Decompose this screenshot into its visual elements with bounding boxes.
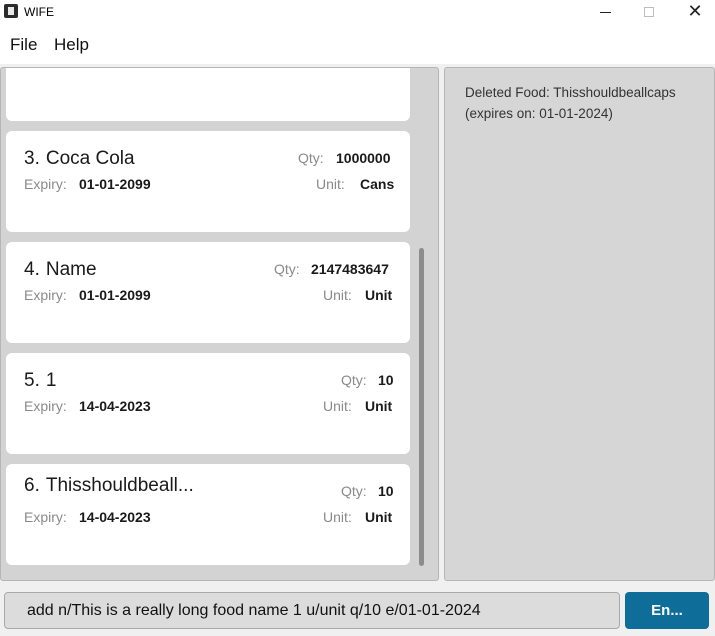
qty-value: 2147483647 (311, 261, 389, 277)
qty-value: 1000000 (336, 150, 391, 166)
qty-label: Qty: (341, 483, 367, 499)
food-card[interactable]: 3. Coca Cola Qty: 1000000 Expiry: 01-01-2… (6, 131, 410, 232)
food-index: 5. (24, 370, 40, 391)
food-name: 1 (45, 370, 57, 391)
app-icon (4, 4, 18, 18)
unit-label: Unit: (323, 509, 352, 525)
result-message: Deleted Food: Thisshouldbeallcaps (expir… (465, 85, 676, 121)
food-index: 3. (24, 148, 40, 169)
unit-value: Unit (365, 509, 393, 525)
food-index: 4. (24, 259, 40, 280)
food-card-partial[interactable] (6, 68, 410, 121)
food-name: Coca Cola (45, 148, 135, 169)
expiry-label: Expiry: (24, 287, 67, 303)
menu-file[interactable]: File (10, 35, 37, 55)
expiry-value: 01-01-2099 (79, 287, 151, 303)
unit-value: Cans (360, 176, 395, 192)
menu-help[interactable]: Help (54, 35, 89, 55)
food-name: Thisshouldbeall... (45, 475, 194, 496)
maximize-icon (644, 7, 654, 17)
qty-value: 10 (378, 372, 394, 388)
food-list-panel[interactable]: 3. Coca Cola Qty: 1000000 Expiry: 01-01-2… (0, 67, 439, 581)
food-index: 6. (24, 475, 40, 496)
qty-label: Qty: (274, 261, 300, 277)
list-scrollbar-thumb[interactable] (419, 248, 424, 566)
food-title: 4. Name (24, 259, 97, 281)
menu-bar: File Help (0, 26, 715, 64)
expiry-value: 14-04-2023 (79, 509, 151, 525)
workspace: 3. Coca Cola Qty: 1000000 Expiry: 01-01-2… (0, 64, 715, 636)
qty-value: 10 (378, 483, 394, 499)
unit-label: Unit: (323, 398, 352, 414)
unit-label: Unit: (316, 176, 345, 192)
expiry-value: 14-04-2023 (79, 398, 151, 414)
minimize-icon (599, 11, 611, 13)
unit-value: Unit (365, 398, 393, 414)
expiry-label: Expiry: (24, 509, 67, 525)
enter-button[interactable]: En... (625, 592, 709, 629)
unit-value: Unit (365, 287, 393, 303)
minimize-button[interactable] (582, 0, 628, 24)
window-title: WIFE (24, 5, 54, 19)
close-button[interactable]: ✕ (672, 0, 715, 24)
title-bar: WIFE ✕ (0, 0, 715, 26)
food-title: 3. Coca Cola (24, 148, 135, 170)
close-icon: ✕ (687, 1, 703, 22)
expiry-value: 01-01-2099 (79, 176, 151, 192)
food-name: Name (45, 259, 97, 280)
result-display-panel: Deleted Food: Thisshouldbeallcaps (expir… (444, 67, 715, 581)
expiry-label: Expiry: (24, 398, 67, 414)
maximize-button[interactable] (626, 0, 672, 24)
food-card[interactable]: 4. Name Qty: 2147483647 Expiry: 01-01-209… (6, 242, 410, 343)
expiry-label: Expiry: (24, 176, 67, 192)
food-title: 6. Thisshouldbeall... (24, 475, 194, 497)
command-input[interactable]: add n/This is a really long food name 1 … (4, 592, 620, 629)
food-card[interactable]: 6. Thisshouldbeall... Qty: 10 Expiry: 14-… (6, 464, 410, 565)
unit-label: Unit: (323, 287, 352, 303)
qty-label: Qty: (298, 150, 324, 166)
food-title: 5. 1 (24, 370, 56, 392)
food-card[interactable]: 5. 1 Qty: 10 Unit: Unit Expiry: 14-04-202… (6, 353, 410, 454)
qty-label: Qty: (341, 372, 367, 388)
